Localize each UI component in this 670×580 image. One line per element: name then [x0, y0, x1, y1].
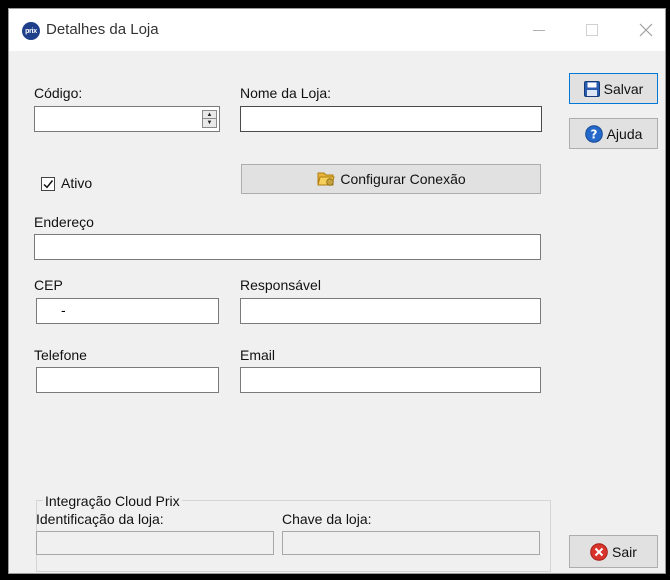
- save-icon: [583, 80, 600, 97]
- sair-label: Sair: [612, 543, 637, 560]
- app-icon-text: prix: [25, 27, 37, 35]
- maximize-button[interactable]: [569, 15, 615, 45]
- cep-value: -: [61, 302, 66, 318]
- ativo-label[interactable]: Ativo: [61, 175, 92, 191]
- window-title: Detalhes da Loja: [46, 21, 159, 38]
- telefone-input[interactable]: [36, 367, 219, 393]
- endereco-label: Endereço: [34, 214, 94, 230]
- responsavel-input[interactable]: [240, 298, 541, 324]
- identificacao-input[interactable]: [36, 531, 274, 555]
- integracao-title: Integração Cloud Prix: [43, 493, 182, 509]
- help-icon: ?: [584, 124, 603, 143]
- nome-loja-input[interactable]: [240, 106, 542, 132]
- codigo-input[interactable]: ▲ ▼: [34, 106, 220, 132]
- responsavel-label: Responsável: [240, 277, 321, 293]
- configurar-conexao-button[interactable]: Configurar Conexão: [241, 164, 541, 194]
- codigo-label: Código:: [34, 85, 83, 101]
- salvar-label: Salvar: [603, 80, 644, 97]
- codigo-spinner[interactable]: ▲ ▼: [202, 110, 217, 128]
- nome-loja-label: Nome da Loja:: [240, 85, 332, 101]
- title-bar: prix Detalhes da Loja: [9, 9, 665, 51]
- prix-logo-icon: prix: [22, 22, 40, 40]
- cep-input[interactable]: -: [36, 298, 219, 324]
- configurar-conexao-label: Configurar Conexão: [340, 171, 466, 187]
- checkmark-icon: [43, 180, 54, 189]
- minimize-icon: [533, 29, 545, 31]
- ajuda-label: Ajuda: [606, 125, 643, 142]
- chave-label: Chave da loja:: [282, 511, 372, 527]
- close-icon: [639, 23, 653, 37]
- cep-label: CEP: [34, 277, 63, 293]
- email-label: Email: [240, 347, 276, 363]
- svg-text:?: ?: [590, 127, 597, 141]
- endereco-input[interactable]: [34, 234, 541, 260]
- folder-icon: [316, 170, 336, 188]
- spinner-down-icon[interactable]: ▼: [203, 119, 216, 127]
- maximize-icon: [586, 24, 598, 36]
- ajuda-button[interactable]: ? Ajuda: [569, 118, 658, 149]
- store-details-window: prix Detalhes da Loja Código: ▲ ▼ Nome d…: [8, 8, 666, 574]
- ativo-checkbox[interactable]: [41, 177, 55, 191]
- exit-icon: [590, 542, 608, 561]
- close-button[interactable]: [623, 15, 669, 45]
- telefone-label: Telefone: [34, 347, 87, 363]
- chave-input[interactable]: [282, 531, 540, 555]
- minimize-button[interactable]: [516, 15, 562, 45]
- sair-button[interactable]: Sair: [569, 535, 658, 568]
- spinner-up-icon[interactable]: ▲: [203, 111, 216, 119]
- salvar-button[interactable]: Salvar: [569, 73, 658, 104]
- email-input[interactable]: [240, 367, 541, 393]
- identificacao-label: Identificação da loja:: [36, 511, 164, 527]
